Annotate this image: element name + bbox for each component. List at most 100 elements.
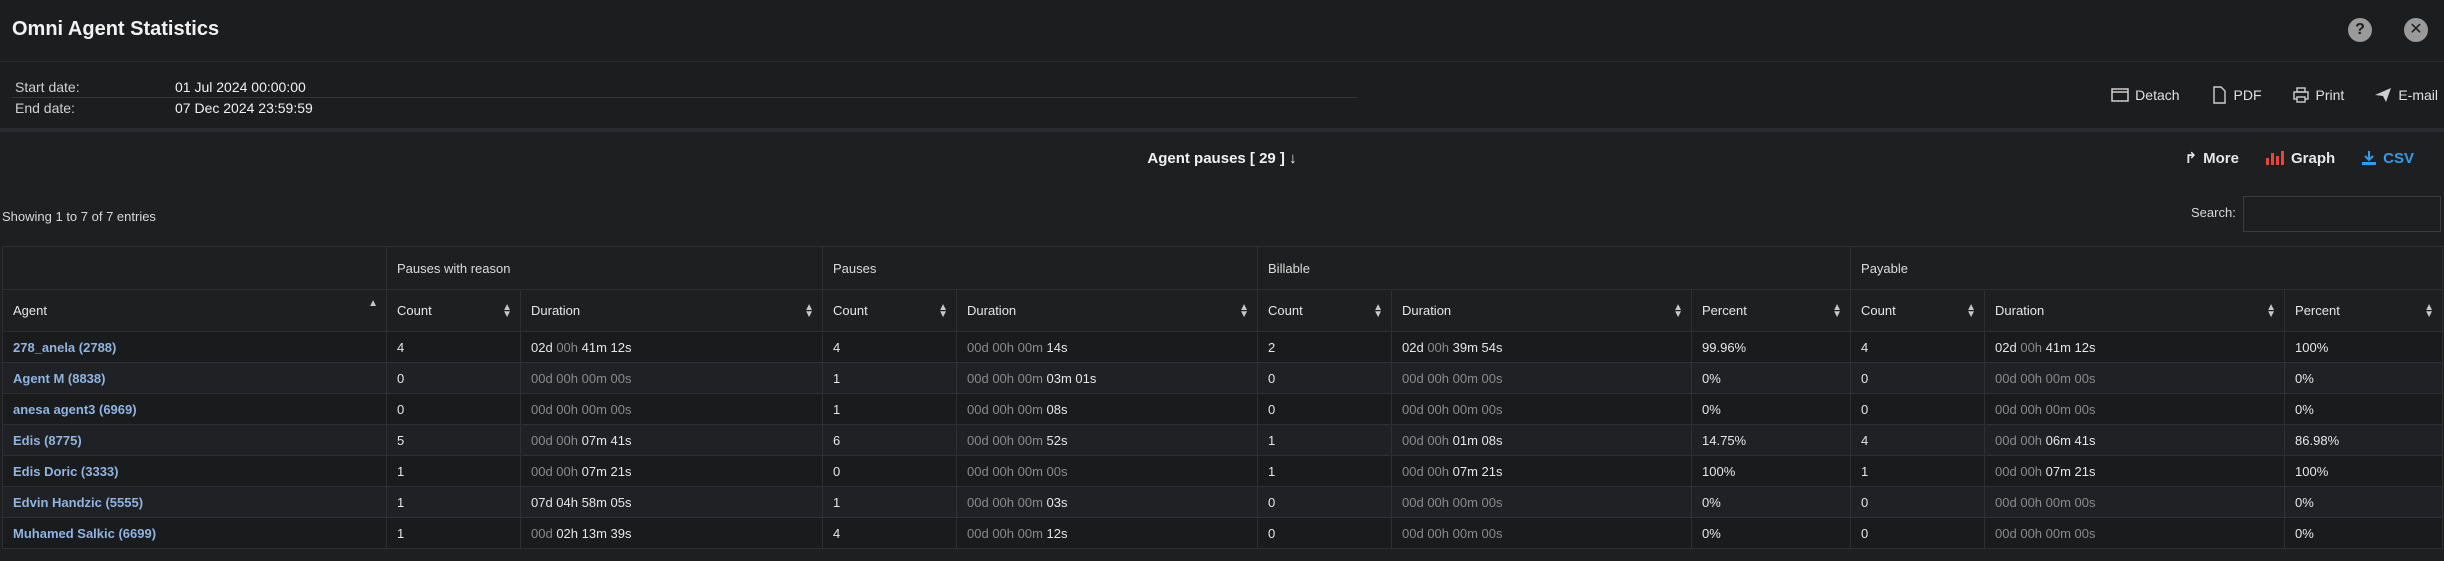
count-cell: 1: [386, 455, 521, 487]
more-button[interactable]: ↱ More: [2185, 149, 2239, 168]
sort-icon: ▲ ▼: [938, 302, 949, 320]
percent-cell: 100%: [2284, 455, 2444, 487]
duration-cell: 00d 00h 07m 21s: [1984, 455, 2286, 487]
count-cell: 1: [1257, 455, 1393, 487]
duration-cell: 00d 00h 06m 41s: [1984, 424, 2286, 456]
duration-cell: 00d 00h 01m 08s: [1391, 424, 1693, 456]
count-cell: 0: [822, 455, 958, 487]
percent-cell: 99.96%: [1691, 331, 1852, 363]
sort-icon: ▲ ▼: [1832, 302, 1843, 320]
duration-cell: 00d 00h 00m 00s: [1984, 393, 2286, 425]
agent-link[interactable]: Edis Doric (3333): [13, 464, 119, 479]
column-header-duration[interactable]: Duration ▲ ▼: [519, 289, 824, 332]
count-cell: 1: [386, 517, 521, 549]
sort-asc-icon: ▲: [368, 298, 378, 309]
percent-cell: 0%: [1691, 486, 1852, 518]
agent-cell: anesa agent3 (6969): [2, 393, 387, 425]
report-title[interactable]: Agent pauses [ 29 ] ↓: [0, 150, 2444, 167]
agent-link[interactable]: Edvin Handzic (5555): [13, 495, 143, 510]
arrow-down-icon: ↓: [1289, 150, 1297, 167]
column-header-count[interactable]: Count ▲ ▼: [1850, 289, 1986, 332]
sort-icon: ▲ ▼: [1239, 302, 1250, 320]
column-header-duration[interactable]: Duration ▲ ▼: [1391, 289, 1693, 332]
print-button[interactable]: Print: [2292, 86, 2344, 104]
sort-icon: ▲ ▼: [502, 302, 512, 320]
window-title: Omni Agent Statistics: [12, 18, 220, 40]
column-header-percent[interactable]: Percent ▲ ▼: [1691, 289, 1852, 332]
duration-cell: 00d 00h 00m 00s: [1984, 362, 2286, 394]
start-date-row: Start date: 01 Jul 2024 00:00:00: [15, 79, 306, 95]
end-date-value: 07 Dec 2024 23:59:59: [175, 100, 313, 116]
detach-button[interactable]: Detach: [2111, 86, 2180, 104]
search-input[interactable]: [2243, 196, 2441, 232]
duration-zero-part: 00d 00h 00m: [967, 370, 1043, 386]
count-cell: 0: [386, 393, 521, 425]
duration-cell: 00d 00h 07m 21s: [519, 455, 824, 487]
agent-link[interactable]: Muhamed Salkic (6699): [13, 526, 156, 541]
column-header-duration[interactable]: Duration ▲ ▼: [956, 289, 1259, 332]
count-cell: 2: [1257, 331, 1393, 363]
duration-cell: 00d 00h 00m 03s: [956, 486, 1259, 518]
count-cell: 0: [1257, 362, 1393, 394]
percent-cell: 0%: [1691, 517, 1852, 549]
group-header-pauses: Pauses: [822, 246, 1259, 290]
start-date-value: 01 Jul 2024 00:00:00: [175, 79, 306, 95]
csv-button[interactable]: CSV: [2361, 149, 2414, 167]
sort-icon: ▲ ▼: [1966, 302, 1977, 320]
count-cell: 1: [822, 486, 958, 518]
duration-zero-part: 00d 00h 00m 00s: [1402, 370, 1503, 386]
duration-cell: 00d 00h 00m 00s: [519, 393, 824, 425]
download-icon: [2362, 151, 2377, 165]
duration-zero-part: 00d 00h 00m: [967, 339, 1043, 355]
duration-cell: 00d 00h 00m 00s: [519, 362, 824, 394]
duration-zero-part: 00d 00h 00m 00s: [1402, 525, 1503, 541]
agent-cell: Edis (8775): [2, 424, 387, 456]
duration-cell: 00d 00h 00m 14s: [956, 331, 1259, 363]
pdf-button[interactable]: PDF: [2210, 86, 2262, 104]
group-header-empty: [2, 246, 387, 290]
count-cell: 1: [822, 362, 958, 394]
sort-icon: ▲ ▼: [2424, 302, 2435, 320]
agent-link[interactable]: Agent M (8838): [13, 371, 105, 386]
column-header-duration[interactable]: Duration ▲ ▼: [1984, 289, 2286, 332]
help-icon[interactable]: ?: [2348, 18, 2372, 42]
table-row: Edis (8775) 5 00d 00h 07m 41s 6 00d 00h 00m …: [2, 424, 2444, 456]
percent-cell: 0%: [1691, 393, 1852, 425]
column-header-count[interactable]: Count ▲ ▼: [386, 289, 521, 332]
duration-cell: 00d 00h 00m 00s: [1391, 486, 1693, 518]
agent-link[interactable]: Edis (8775): [13, 433, 82, 448]
export-actions: Detach PDF Print E-mail: [2111, 86, 2438, 104]
end-date-label: End date:: [15, 100, 75, 116]
column-header-count[interactable]: Count ▲ ▼: [1257, 289, 1393, 332]
column-header-agent[interactable]: Agent ▲: [2, 289, 387, 332]
duration-zero-part: 00d 00h 00m: [967, 401, 1043, 417]
entries-info: Showing 1 to 7 of 7 entries: [2, 209, 156, 224]
duration-zero-part: 00d 00h 00m: [967, 525, 1043, 541]
agent-link[interactable]: 278_anela (2788): [13, 340, 116, 355]
duration-zero-part: 00d 00h 00m 00s: [1995, 525, 2096, 541]
column-header-count[interactable]: Count ▲ ▼: [822, 289, 958, 332]
percent-cell: 100%: [2284, 331, 2444, 363]
duration-zero-part: 00d 00h 00m: [967, 432, 1043, 448]
duration-zero-part: 00d 00h 00m 00s: [1402, 401, 1503, 417]
pdf-icon: [2212, 86, 2226, 104]
graph-button[interactable]: Graph: [2265, 149, 2335, 167]
count-cell: 1: [822, 393, 958, 425]
email-button[interactable]: E-mail: [2374, 86, 2438, 104]
column-header-percent[interactable]: Percent ▲ ▼: [2284, 289, 2444, 332]
count-cell: 4: [822, 331, 958, 363]
percent-cell: 0%: [2284, 362, 2444, 394]
duration-cell: 00d 00h 00m 00s: [1984, 486, 2286, 518]
group-header-payable: Payable: [1850, 246, 2444, 290]
agent-link[interactable]: anesa agent3 (6969): [13, 402, 137, 417]
start-date-label: Start date:: [15, 79, 80, 95]
duration-zero-part: 00d 00h 00m 00s: [967, 463, 1068, 479]
duration-cell: 00d 00h 00m 03m 01s: [956, 362, 1259, 394]
count-cell: 0: [1850, 393, 1986, 425]
table-row: anesa agent3 (6969) 0 00d 00h 00m 00s 1 00d …: [2, 393, 2444, 425]
group-header-billable: Billable: [1257, 246, 1852, 290]
close-icon[interactable]: ✕: [2404, 18, 2428, 42]
title-bar: Omni Agent Statistics ? ✕: [0, 0, 2444, 62]
duration-cell: 02d 00h 39m 54s: [1391, 331, 1693, 363]
count-cell: 0: [1850, 486, 1986, 518]
